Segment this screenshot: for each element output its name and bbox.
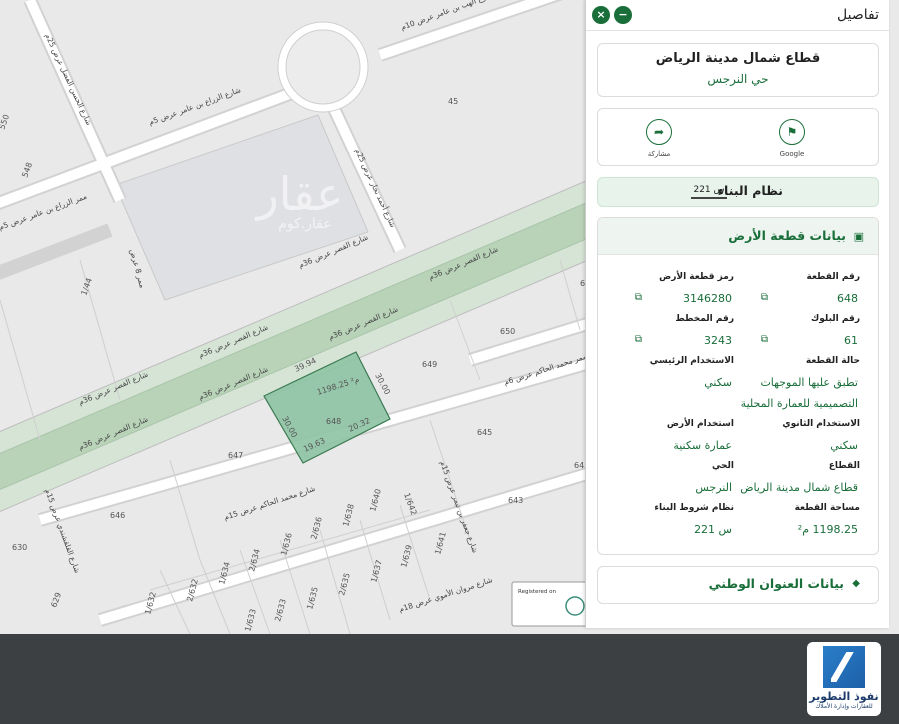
google-label: Google — [779, 150, 805, 158]
building-system-card[interactable]: نظام البناء س 221 — [597, 177, 879, 207]
land-use-value: عمارة سكنية — [673, 439, 732, 452]
land-data-card: ▣ بيانات قطعة الأرض رقم القطعة رمز قطعة … — [597, 217, 879, 555]
plot-number: 643 — [508, 496, 523, 505]
plot-number: 64 — [574, 461, 584, 470]
main-use-label: الاستخدام الرئيسي — [649, 356, 734, 366]
copy-icon[interactable]: ⧉ — [635, 334, 642, 345]
details-panel: تفاصيل × − قطاع شمال مدينة الرياض حي الن… — [585, 0, 889, 628]
plot-number: 645 — [477, 428, 492, 437]
parcel-code-value: 3146280 — [683, 292, 732, 305]
plot-number: 646 — [110, 511, 125, 520]
land-section-header[interactable]: ▣ بيانات قطعة الأرض — [598, 218, 878, 255]
share-icon: ➦ — [646, 119, 672, 145]
conditions-label: نظام شروط البناء — [654, 503, 734, 513]
copy-icon[interactable]: ⧉ — [635, 292, 642, 303]
panel-title: تفاصيل — [837, 7, 879, 23]
address-section-title: بيانات العنوان الوطني — [708, 576, 844, 591]
copy-icon[interactable]: ⧉ — [761, 292, 768, 303]
plot-number: 647 — [228, 451, 243, 460]
status-value-line1: تطبق عليها الموجهات — [760, 376, 858, 389]
building-system-value[interactable]: س 221 — [691, 185, 727, 199]
logo-mark-icon — [823, 646, 865, 688]
logo-name: نفوذ التطوير — [809, 690, 879, 703]
map-icon: ▣ — [853, 230, 864, 243]
sector-label: القطاع — [828, 461, 860, 471]
block-label: رقم البلوك — [811, 314, 860, 324]
parcel-code-label: رمز قطعة الأرض — [659, 272, 734, 282]
location-card: قطاع شمال مدينة الرياض حي النرجس — [597, 43, 879, 97]
footer-bar — [0, 634, 899, 724]
watermark-sub: عقار.كوم — [278, 216, 331, 232]
plan-label: رقم المخطط — [675, 314, 734, 324]
district-name: حي النرجس — [707, 72, 769, 86]
google-button[interactable]: ⚑ Google — [767, 119, 817, 158]
land-use-label: استخدام الأرض — [666, 419, 734, 429]
area-value: 1198.25 م² — [797, 523, 858, 536]
plot-number: 630 — [12, 543, 27, 552]
share-label: مشاركة — [647, 150, 671, 158]
land-section-title: بيانات قطعة الأرض — [728, 228, 846, 243]
address-card[interactable]: ◆ بيانات العنوان الوطني — [597, 566, 879, 604]
conditions-value: س 221 — [694, 523, 732, 536]
panel-header: تفاصيل × − — [586, 0, 889, 31]
parcel-number-label: 648 — [326, 417, 341, 426]
company-logo: نفوذ التطوير للعقارات وإدارة الأملاك — [807, 642, 881, 716]
sector-value: قطاع شمال مدينة الرياض — [740, 481, 858, 494]
status-label: حالة القطعة — [805, 356, 860, 366]
secondary-use-value: سكني — [830, 439, 858, 452]
actions-card: ⚑ Google ➦ مشاركة — [597, 108, 879, 166]
share-button[interactable]: ➦ مشاركة — [634, 119, 684, 158]
registered-badge-text: Registered on — [518, 589, 557, 595]
main-use-value: سكني — [704, 376, 732, 389]
tag-icon: ◆ — [852, 578, 860, 589]
block-value: 61 — [844, 334, 858, 347]
plot-number: 650 — [500, 327, 515, 336]
plot-number: 649 — [422, 360, 437, 369]
plan-value: 3243 — [704, 334, 732, 347]
watermark: عقار — [255, 167, 344, 221]
copy-icon[interactable]: ⧉ — [761, 334, 768, 345]
status-value-line2: التصميمية للعمارة المحلية — [740, 397, 858, 410]
district-value: النرجس — [695, 481, 732, 494]
secondary-use-label: الاستخدام الثانوي — [782, 419, 860, 429]
parcel-no-label: رقم القطعة — [806, 272, 860, 282]
minimize-icon[interactable]: − — [614, 6, 632, 24]
sector-name: قطاع شمال مدينة الرياض — [655, 51, 821, 66]
logo-tagline: للعقارات وإدارة الأملاك — [815, 703, 873, 710]
map-pin-icon: ⚑ — [779, 119, 805, 145]
plot-number: 45 — [448, 97, 458, 106]
district-label: الحي — [711, 461, 734, 471]
building-system-label: نظام البناء — [717, 183, 783, 198]
close-icon[interactable]: × — [592, 6, 610, 24]
parcel-no-value: 648 — [837, 292, 858, 305]
area-label: مساحة القطعة — [794, 503, 860, 513]
